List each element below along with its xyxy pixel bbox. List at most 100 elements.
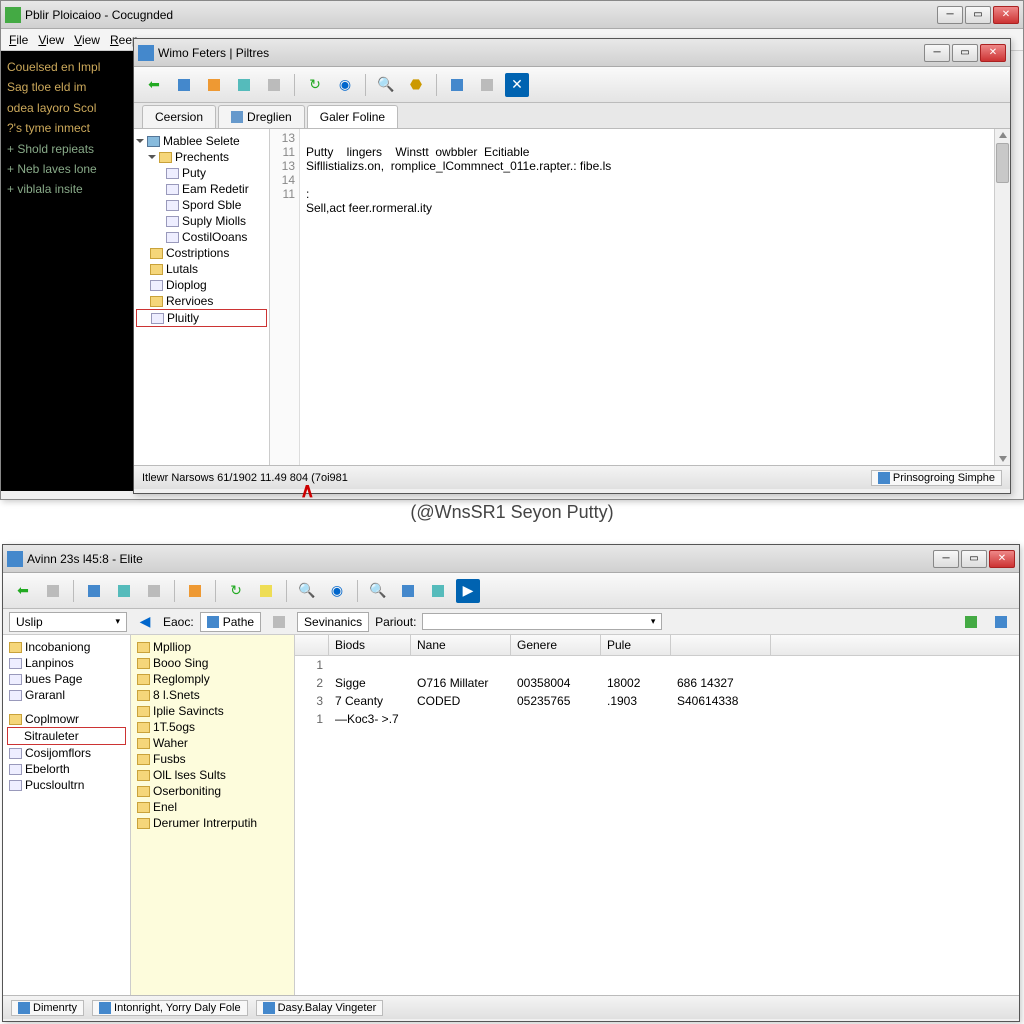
fwd-icon[interactable] — [41, 579, 65, 603]
folder-item[interactable]: Booo Sing — [135, 655, 290, 671]
table-row[interactable]: 1 —Koc3- >.7 — [295, 710, 1019, 728]
menu-view2[interactable]: View — [74, 33, 100, 47]
close-button[interactable]: ✕ — [980, 44, 1006, 62]
pathe-button[interactable]: Pathe — [200, 612, 261, 632]
layout-icon[interactable] — [112, 579, 136, 603]
nav-item[interactable]: bues Page — [7, 671, 126, 687]
folder-item[interactable]: OlL lses Sults — [135, 767, 290, 783]
folder-item[interactable]: Oserboniting — [135, 783, 290, 799]
folder-item[interactable]: Reglomply — [135, 671, 290, 687]
tree-node[interactable]: Dioplog — [136, 277, 267, 293]
minimize-button[interactable]: ─ — [924, 44, 950, 62]
sevinanics-field[interactable]: Sevinanics — [297, 612, 369, 632]
nav-item[interactable]: Incobaniong — [7, 639, 126, 655]
menu-file[interactable]: FFileile — [9, 33, 28, 47]
stop-icon[interactable]: ◉ — [333, 73, 357, 97]
tag-icon[interactable]: ⬣ — [404, 73, 428, 97]
close-button[interactable]: ✕ — [989, 550, 1015, 568]
editor-titlebar: Wimo Feters | Piltres ─ ▭ ✕ — [134, 39, 1010, 67]
folder-item[interactable]: Waher — [135, 735, 290, 751]
back-small-icon[interactable]: ◀ — [133, 610, 157, 634]
vertical-scrollbar[interactable] — [994, 129, 1010, 465]
tree-node[interactable]: Eam Redetir — [136, 181, 267, 197]
search-icon[interactable]: 🔍 — [295, 579, 319, 603]
search-icon[interactable]: 🔍 — [374, 73, 398, 97]
tree-node[interactable]: Suply Miolls — [136, 213, 267, 229]
folder-item[interactable]: Fusbs — [135, 751, 290, 767]
folder-item[interactable]: Derumer Intrerputih — [135, 815, 290, 831]
open-icon[interactable] — [202, 73, 226, 97]
table-row[interactable]: 3 7 Ceanty CODED 05235765 .1903 S4061433… — [295, 692, 1019, 710]
new-icon[interactable] — [82, 579, 106, 603]
col-header[interactable]: Pule — [601, 635, 671, 655]
close-x-icon[interactable]: ✕ — [505, 73, 529, 97]
maximize-button[interactable]: ▭ — [961, 550, 987, 568]
grid-icon[interactable] — [475, 73, 499, 97]
go-icon[interactable]: ▶ — [456, 579, 480, 603]
tree-node[interactable]: Spord Sble — [136, 197, 267, 213]
nav-item-selected[interactable]: Sitrauleter — [7, 727, 126, 745]
tree-node-selected[interactable]: Pluitly — [136, 309, 267, 327]
folder-icon[interactable] — [254, 579, 278, 603]
stop-icon[interactable]: ◉ — [325, 579, 349, 603]
code-content[interactable]: Putty lingers Winstt owbbler Ecitiable S… — [300, 129, 994, 465]
tree-node[interactable]: Costriptions — [136, 245, 267, 261]
nav-item[interactable]: Ebelorth — [7, 761, 126, 777]
table-row[interactable]: 2 Sigge O716 Millater 00358004 18002 686… — [295, 674, 1019, 692]
tree-node[interactable]: Prechents — [136, 149, 267, 165]
expand-icon[interactable] — [148, 155, 156, 159]
refresh-icon[interactable]: ↻ — [303, 73, 327, 97]
table-row[interactable]: 1 — [295, 656, 1019, 674]
folder-item[interactable]: Enel — [135, 799, 290, 815]
tab-galer-foline[interactable]: Galer Foline — [307, 105, 398, 128]
paste-icon[interactable] — [183, 579, 207, 603]
tab-dreglien[interactable]: Dreglien — [218, 105, 305, 128]
col-header[interactable]: Biods — [329, 635, 411, 655]
col-header[interactable] — [671, 635, 771, 655]
panel-icon[interactable] — [989, 610, 1013, 634]
nav-item[interactable]: Lanpinos — [7, 655, 126, 671]
pic-icon[interactable] — [426, 579, 450, 603]
copy-icon[interactable] — [142, 579, 166, 603]
col-header[interactable]: Nane — [411, 635, 511, 655]
new-icon[interactable] — [172, 73, 196, 97]
folder-item[interactable]: Mplliop — [135, 639, 290, 655]
tree-node[interactable]: CostilOoans — [136, 229, 267, 245]
pariout-dropdown[interactable]: ▾ — [422, 613, 662, 630]
save-icon[interactable] — [232, 73, 256, 97]
zoom-icon[interactable]: 🔍 — [366, 579, 390, 603]
back-icon[interactable]: ⬅ — [142, 73, 166, 97]
folder-item[interactable]: 8 l.Snets — [135, 687, 290, 703]
folder-item[interactable]: Iplie Savincts — [135, 703, 290, 719]
view-icon[interactable] — [959, 610, 983, 634]
col-header[interactable]: Genere — [511, 635, 601, 655]
nav-item[interactable]: Coplmowr — [7, 711, 126, 727]
net-icon[interactable] — [396, 579, 420, 603]
folder-icon — [137, 818, 150, 829]
tree-node[interactable]: Puty — [136, 165, 267, 181]
expand-icon[interactable] — [136, 139, 144, 143]
folder-item[interactable]: 1T.5ogs — [135, 719, 290, 735]
menu-view[interactable]: View — [38, 33, 64, 47]
nav-item[interactable]: Graranl — [7, 687, 126, 703]
minimize-button[interactable]: ─ — [937, 6, 963, 24]
layout-icon[interactable] — [445, 73, 469, 97]
tree-node[interactable]: Rervioes — [136, 293, 267, 309]
uslip-dropdown[interactable]: Uslip▾ — [9, 612, 127, 632]
close-button[interactable]: ✕ — [993, 6, 1019, 24]
nav-item[interactable]: Pucsloultrn — [7, 777, 126, 793]
code-editor[interactable]: 13 11 13 14 11 Putty lingers Winstt owbb… — [270, 129, 1010, 465]
nav-item[interactable]: Cosijomflors — [7, 745, 126, 761]
scrollbar-thumb[interactable] — [996, 143, 1009, 183]
back-icon[interactable]: ⬅ — [11, 579, 35, 603]
copy-icon[interactable] — [262, 73, 286, 97]
minimize-button[interactable]: ─ — [933, 550, 959, 568]
tree-node-root[interactable]: Mablee Selete — [136, 133, 267, 149]
tree-node[interactable]: Lutals — [136, 261, 267, 277]
maximize-button[interactable]: ▭ — [965, 6, 991, 24]
refresh-icon[interactable]: ↻ — [224, 579, 248, 603]
console-output: Couelsed en Impl Sag tloe eld im odea la… — [1, 51, 134, 491]
maximize-button[interactable]: ▭ — [952, 44, 978, 62]
col-num[interactable] — [295, 635, 329, 655]
tab-ceersion[interactable]: Ceersion — [142, 105, 216, 128]
